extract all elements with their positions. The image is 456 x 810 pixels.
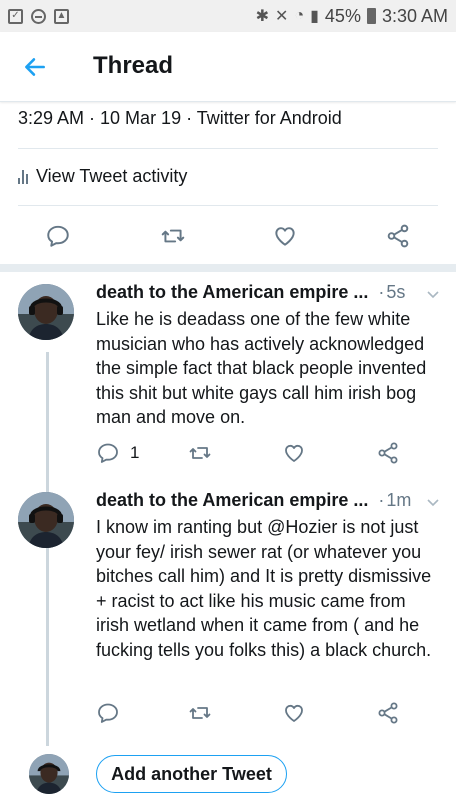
checkbox-notification-icon: ✓ [8, 8, 23, 24]
reply-count: 1 [130, 443, 140, 462]
retweet-icon[interactable] [188, 441, 212, 465]
image-notification-icon: ▲ [54, 8, 69, 24]
activity-bars-icon [18, 169, 28, 184]
reply-icon[interactable] [45, 223, 71, 249]
battery-percent: 45% [324, 5, 361, 26]
retweet-icon[interactable] [188, 701, 212, 725]
retweet-icon[interactable] [160, 223, 186, 249]
share-icon[interactable] [376, 701, 400, 725]
section-separator [0, 264, 456, 272]
chevron-down-icon[interactable] [426, 290, 440, 300]
tweet-text: I know im ranting but @Hozier is not jus… [96, 517, 432, 660]
clock: 3:30 AM [381, 5, 448, 26]
tweet-time: 5s [386, 282, 406, 302]
avatar[interactable] [18, 284, 74, 340]
tweet-time: 1m [386, 490, 412, 510]
author-name[interactable]: death to the American empire ... [96, 282, 368, 303]
separator-dot: · [378, 490, 385, 510]
thread-line [46, 352, 49, 746]
chevron-down-icon[interactable] [426, 498, 440, 508]
reply-icon[interactable] [96, 701, 120, 725]
like-icon[interactable] [282, 441, 306, 465]
mute-icon: ✕ [275, 8, 289, 25]
own-avatar [29, 754, 69, 794]
separator-dot: · [378, 282, 385, 302]
like-icon[interactable] [282, 701, 306, 725]
add-another-tweet-button[interactable]: Add another Tweet [96, 755, 287, 793]
signal-icon: ▮ [310, 8, 319, 25]
wifi-icon: ◔ [294, 7, 305, 24]
bluetooth-icon: ✱ [255, 8, 270, 25]
tweet-actions: 1 [96, 441, 416, 465]
tweet-text: Like he is deadass one of the few white … [96, 309, 427, 428]
divider [18, 205, 438, 206]
page-title: Thread [93, 52, 174, 79]
back-arrow-icon[interactable] [22, 54, 48, 80]
divider [18, 148, 438, 149]
author-name[interactable]: death to the American empire ... [96, 490, 368, 511]
status-bar: ✓ ▲ ✱ ✕ ◔ ▮ 45% 3:30 AM [0, 0, 456, 32]
view-tweet-activity-link[interactable]: View Tweet activity [18, 166, 187, 187]
share-icon[interactable] [385, 223, 411, 249]
reply-icon[interactable] [96, 441, 120, 465]
avatar[interactable] [18, 492, 74, 548]
tweet-actions [96, 701, 416, 725]
main-tweet-actions [0, 223, 456, 251]
app-header: Thread [0, 32, 456, 102]
do-not-disturb-icon [31, 8, 46, 24]
activity-label: View Tweet activity [36, 166, 188, 186]
share-icon[interactable] [376, 441, 400, 465]
battery-icon [366, 8, 376, 24]
tweet-timestamp: 3:29 AM · 10 Mar 19 · Twitter for Androi… [18, 108, 342, 128]
like-icon[interactable] [272, 223, 298, 249]
